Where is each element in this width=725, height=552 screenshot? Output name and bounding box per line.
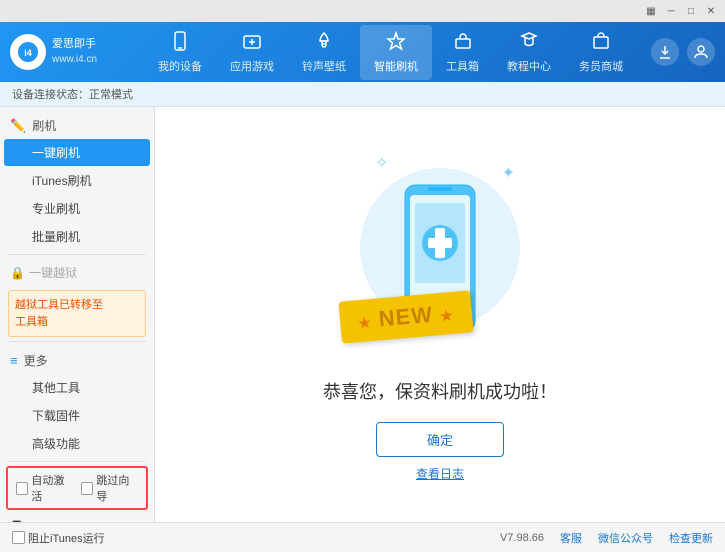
- sidebar-divider-2: [8, 341, 146, 342]
- logo-icon: i4: [10, 34, 46, 70]
- sidebar-section-jailbreak-disabled: 🔒 一键越狱: [0, 259, 154, 286]
- nav-tutorial[interactable]: 教程中心: [493, 25, 565, 80]
- maximize-icon[interactable]: □: [683, 3, 699, 19]
- nav-my-device[interactable]: 我的设备: [144, 25, 216, 80]
- svg-text:i4: i4: [24, 48, 32, 58]
- auto-activate-label[interactable]: 自动激活: [16, 472, 73, 504]
- nav-service[interactable]: 务员商城: [565, 25, 637, 80]
- sidebar-section-brush: ✏️ 刷机: [0, 111, 154, 138]
- sparkle-icon-1: ✦: [502, 163, 515, 183]
- success-message: 恭喜您，保资料刷机成功啦！: [323, 378, 557, 404]
- nav-ringtone[interactable]: 铃声壁纸: [288, 25, 360, 80]
- sidebar-item-itunes-brush[interactable]: iTunes刷机: [4, 167, 150, 194]
- sidebar-item-other-tools[interactable]: 其他工具: [4, 374, 150, 401]
- logo-area: i4 爱思即手 www.i4.cn: [10, 34, 130, 70]
- user-button[interactable]: [687, 38, 715, 66]
- minimize-icon[interactable]: ─: [663, 3, 679, 19]
- my-device-icon: [170, 31, 190, 56]
- nav-app-games[interactable]: 应用游戏: [216, 25, 288, 80]
- device-phone-icon: 📱: [8, 520, 25, 522]
- breadcrumb-bar: 设备连接状态：正常模式: [0, 82, 725, 107]
- confirm-button[interactable]: 确定: [376, 422, 504, 457]
- window-titlebar: ▦ ─ □ ✕: [0, 0, 725, 22]
- sidebar-item-one-click-brush[interactable]: 一键刷机: [4, 139, 150, 166]
- sparkle-icon-2: ✧: [375, 153, 388, 173]
- ringtone-icon: [314, 31, 334, 56]
- app-games-icon: [242, 31, 262, 56]
- wechat-link[interactable]: 微信公众号: [598, 530, 653, 546]
- breadcrumb-label: 设备连接状态：正常模式: [12, 86, 133, 102]
- sidebar-divider-1: [8, 254, 146, 255]
- wifi-icon: ▦: [643, 3, 659, 19]
- auto-activate-checkbox[interactable]: [16, 482, 28, 495]
- sidebar-notice-jailbreak: 越狱工具已转移至 工具箱: [8, 290, 146, 337]
- download-button[interactable]: [651, 38, 679, 66]
- itunes-stop-label[interactable]: 阻止iTunes运行: [12, 530, 105, 546]
- toolbox-icon: [453, 31, 473, 56]
- sidebar: ✏️ 刷机 一键刷机 iTunes刷机 专业刷机 批量刷机 🔒 一键越狱 越狱工…: [0, 107, 155, 522]
- new-ribbon: ★ NEW ★: [338, 290, 473, 343]
- main-layout: ✏️ 刷机 一键刷机 iTunes刷机 专业刷机 批量刷机 🔒 一键越狱 越狱工…: [0, 107, 725, 522]
- content-area: ✦ ✧ ★ NEW ★: [155, 107, 725, 522]
- lock-icon: 🔒: [10, 266, 25, 280]
- new-badge: ★ NEW ★: [340, 296, 472, 338]
- sidebar-item-batch-brush[interactable]: 批量刷机: [4, 223, 150, 250]
- version-label: V7.98.66: [500, 532, 544, 544]
- device-item: 📱 iPhone 15 Pro Max 512GB iPhone: [0, 514, 154, 522]
- smart-brush-icon: [386, 31, 406, 56]
- header-actions: [651, 38, 715, 66]
- star-left: ★: [358, 314, 373, 331]
- auto-activate-row: 自动激活 跳过向导: [6, 466, 148, 510]
- device-name: 📱 iPhone 15 Pro Max: [8, 520, 146, 522]
- sidebar-item-download-firmware[interactable]: 下载固件: [4, 402, 150, 429]
- sidebar-item-pro-brush[interactable]: 专业刷机: [4, 195, 150, 222]
- sidebar-section-more: ≡ 更多: [0, 346, 154, 373]
- nav-toolbox[interactable]: 工具箱: [432, 25, 493, 80]
- close-icon[interactable]: ✕: [703, 3, 719, 19]
- nav-tabs: 我的设备 应用游戏 铃声壁纸 智能刷机 工具箱: [130, 25, 651, 80]
- header: i4 爱思即手 www.i4.cn 我的设备 应用游戏 铃声壁纸: [0, 22, 725, 82]
- star-right: ★: [439, 306, 454, 323]
- logo-text: 爱思即手 www.i4.cn: [52, 37, 97, 66]
- brush-section-icon: ✏️: [10, 118, 26, 134]
- check-update-link[interactable]: 检查更新: [669, 530, 713, 546]
- sidebar-divider-3: [8, 461, 146, 462]
- more-section-icon: ≡: [10, 353, 18, 368]
- service-icon: [591, 31, 611, 56]
- status-right: V7.98.66 客服 微信公众号 检查更新: [500, 530, 713, 546]
- sidebar-item-advanced[interactable]: 高级功能: [4, 430, 150, 457]
- phone-illustration: ✦ ✧ ★ NEW ★: [350, 148, 530, 368]
- skip-wizard-checkbox[interactable]: [81, 482, 93, 495]
- nav-smart-brush[interactable]: 智能刷机: [360, 25, 432, 80]
- status-left: 阻止iTunes运行: [12, 530, 105, 546]
- tutorial-icon: [519, 31, 539, 56]
- customer-service-link[interactable]: 客服: [560, 530, 582, 546]
- skip-wizard-label[interactable]: 跳过向导: [81, 472, 138, 504]
- itunes-stop-checkbox[interactable]: [12, 531, 25, 544]
- view-log-link[interactable]: 查看日志: [416, 465, 464, 482]
